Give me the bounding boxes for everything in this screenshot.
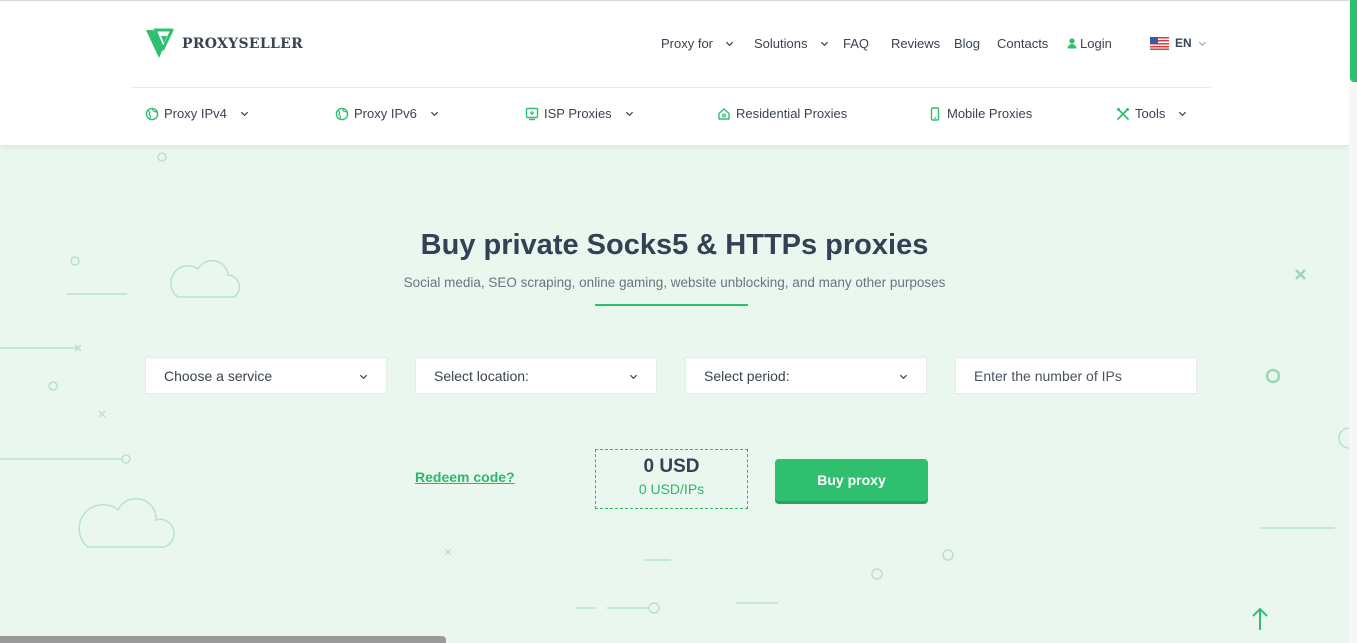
language-label: EN <box>1175 36 1192 50</box>
home-icon <box>718 107 730 120</box>
nav-login-label: Login <box>1080 36 1112 51</box>
us-flag-icon <box>1150 36 1169 50</box>
nav-faq-label: FAQ <box>843 36 870 51</box>
site-header: PROXYSELLER Proxy for Solutions FAQ Revi… <box>0 0 1349 145</box>
scroll-to-top-icon[interactable] <box>1251 606 1269 632</box>
subnav-proxy-ipv6-label: Proxy IPv6 <box>354 106 417 121</box>
subnav-mobile-proxies[interactable]: Mobile Proxies <box>928 106 1032 121</box>
service-select[interactable]: Choose a service <box>145 357 387 394</box>
globe-icon <box>145 107 159 120</box>
location-select[interactable]: Select location: <box>415 357 657 394</box>
chevron-down-icon <box>430 111 438 117</box>
subnav-isp-proxies-label: ISP Proxies <box>544 106 612 121</box>
price-per-ip: 0 USD/IPs <box>638 481 705 497</box>
chevron-down-icon <box>359 374 368 380</box>
page-title: Buy private Socks5 & HTTPs proxies <box>420 229 929 261</box>
ip-count-field[interactable] <box>955 357 1197 394</box>
chevron-down-icon <box>1179 111 1187 117</box>
nav-reviews[interactable]: Reviews <box>891 36 940 51</box>
subnav-residential-proxies[interactable]: Residential Proxies <box>717 106 847 121</box>
phone-icon <box>930 106 940 121</box>
period-select[interactable]: Select period: <box>685 357 927 394</box>
nav-blog[interactable]: Blog <box>954 36 980 51</box>
ip-count-input[interactable] <box>974 367 1196 384</box>
top-nav: Proxy for Solutions FAQ Reviews Blog Con… <box>0 36 1349 54</box>
chevron-down-icon <box>240 111 248 117</box>
nav-reviews-label: Reviews <box>891 36 941 51</box>
service-select-value: Choose a service <box>164 367 273 384</box>
title-underline <box>595 304 748 306</box>
subnav-proxy-ipv4[interactable]: Proxy IPv4 <box>145 106 249 121</box>
page-subtitle: Social media, SEO scraping, online gamin… <box>403 275 946 290</box>
nav-proxy-for-label: Proxy for <box>661 36 714 51</box>
language-selector[interactable]: EN <box>1150 36 1207 50</box>
subnav-tools[interactable]: Tools <box>1116 106 1187 121</box>
subnav-isp-proxies[interactable]: ISP Proxies <box>525 106 634 121</box>
chevron-down-icon <box>625 111 633 117</box>
period-select-value: Select period: <box>704 367 790 384</box>
chevron-down-icon <box>1198 41 1206 46</box>
header-divider <box>131 87 1211 88</box>
total-price: 0 USD <box>643 456 700 477</box>
right-edge-accent <box>1349 0 1357 643</box>
nav-blog-label: Blog <box>954 36 981 51</box>
subnav-residential-proxies-label: Residential Proxies <box>736 106 848 121</box>
user-icon <box>1067 38 1077 49</box>
product-nav: Proxy IPv4 Proxy IPv6 ISP Proxies Reside… <box>0 106 1349 126</box>
horizontal-scrollbar[interactable] <box>0 636 446 643</box>
price-summary: 0 USD 0 USD/IPs <box>595 449 748 509</box>
redeem-code-link[interactable]: Redeem code? <box>415 469 515 485</box>
subnav-proxy-ipv4-label: Proxy IPv4 <box>164 106 227 121</box>
chevron-down-icon <box>821 41 829 47</box>
nav-faq[interactable]: FAQ <box>843 36 869 51</box>
buy-proxy-button[interactable]: Buy proxy <box>775 459 928 501</box>
nav-solutions[interactable]: Solutions <box>754 36 829 51</box>
chevron-down-icon <box>899 374 908 380</box>
tools-icon <box>1117 107 1129 120</box>
nav-solutions-label: Solutions <box>754 36 808 51</box>
nav-proxy-for[interactable]: Proxy for <box>661 36 734 51</box>
nav-contacts-label: Contacts <box>997 36 1049 51</box>
globe-icon <box>335 107 349 120</box>
subnav-tools-label: Tools <box>1135 106 1166 121</box>
location-select-value: Select location: <box>434 367 529 384</box>
chevron-down-icon <box>725 41 734 47</box>
chevron-down-icon <box>629 374 638 380</box>
accent-bar <box>1350 0 1357 82</box>
nav-contacts[interactable]: Contacts <box>997 36 1048 51</box>
nav-login[interactable]: Login <box>1067 36 1112 51</box>
subnav-mobile-proxies-label: Mobile Proxies <box>947 106 1033 121</box>
subnav-proxy-ipv6[interactable]: Proxy IPv6 <box>335 106 439 121</box>
isp-icon <box>525 107 539 120</box>
